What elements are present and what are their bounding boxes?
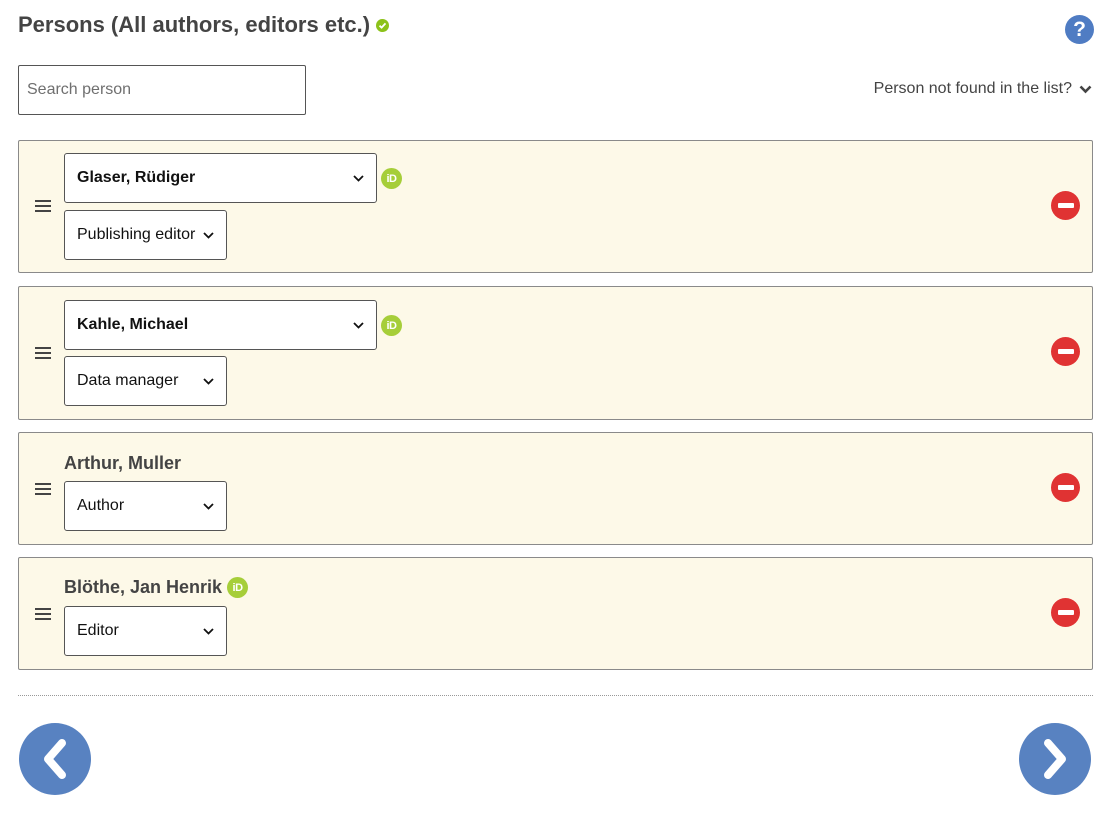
- person-role-value: Editor: [77, 622, 119, 639]
- orcid-icon[interactable]: iD: [381, 315, 402, 336]
- previous-button[interactable]: [19, 723, 91, 795]
- drag-handle-icon[interactable]: [35, 200, 51, 215]
- person-role-value: Author: [77, 497, 125, 514]
- chevron-left-icon: [44, 739, 66, 779]
- remove-person-icon[interactable]: [1051, 337, 1080, 366]
- remove-person-icon[interactable]: [1051, 598, 1080, 627]
- person-name-value: Kahle, Michael: [77, 316, 189, 333]
- person-not-found-label: Person not found in the list?: [873, 80, 1072, 97]
- divider: [18, 695, 1093, 696]
- chevron-down-icon: [1079, 85, 1092, 93]
- person-role-value: Publishing editor: [77, 226, 196, 243]
- question-circle-icon[interactable]: ?: [1065, 15, 1094, 44]
- person-card: Glaser, Rüdiger iD Publishing editor: [18, 140, 1093, 273]
- page-title: Persons (All authors, editors etc.): [18, 12, 371, 37]
- person-name-select[interactable]: Glaser, Rüdiger: [64, 153, 377, 203]
- remove-person-icon[interactable]: [1051, 191, 1080, 220]
- person-card: Kahle, Michael iD Data manager: [18, 286, 1093, 420]
- drag-handle-icon[interactable]: [35, 608, 51, 623]
- header: Persons (All authors, editors etc.): [18, 12, 390, 38]
- drag-handle-icon[interactable]: [35, 483, 51, 498]
- chevron-down-icon: [352, 174, 364, 182]
- person-role-select[interactable]: Publishing editor: [64, 210, 227, 260]
- orcid-icon-label: iD: [232, 581, 244, 594]
- person-card: Blöthe, Jan Henrik iD Editor: [18, 557, 1093, 670]
- chevron-down-icon: [202, 502, 214, 510]
- person-name-value: Glaser, Rüdiger: [77, 169, 196, 186]
- person-role-value: Data manager: [77, 372, 179, 389]
- orcid-icon-label: iD: [386, 172, 398, 185]
- person-name: Blöthe, Jan Henrik iD: [64, 577, 249, 598]
- person-role-select[interactable]: Author: [64, 481, 227, 531]
- person-name: Arthur, Muller: [64, 453, 181, 474]
- chevron-down-icon: [202, 231, 214, 239]
- person-not-found-toggle[interactable]: Person not found in the list?: [874, 80, 1092, 98]
- search-input[interactable]: [18, 65, 306, 115]
- drag-handle-icon[interactable]: [35, 347, 51, 362]
- help-icon-label: ?: [1073, 17, 1086, 41]
- person-name-label: Arthur, Muller: [64, 453, 182, 473]
- person-role-select[interactable]: Data manager: [64, 356, 227, 406]
- orcid-icon[interactable]: iD: [227, 577, 249, 598]
- next-button[interactable]: [1019, 723, 1091, 795]
- person-card: Arthur, Muller Author: [18, 432, 1093, 545]
- person-name-label: Blöthe, Jan Henrik: [64, 577, 223, 597]
- person-role-select[interactable]: Editor: [64, 606, 227, 656]
- orcid-icon[interactable]: iD: [381, 168, 402, 189]
- chevron-down-icon: [202, 377, 214, 385]
- orcid-icon-label: iD: [386, 319, 398, 332]
- chevron-down-icon: [352, 321, 364, 329]
- person-name-select[interactable]: Kahle, Michael: [64, 300, 377, 350]
- chevron-down-icon: [202, 627, 214, 635]
- remove-person-icon[interactable]: [1051, 473, 1080, 502]
- check-circle-icon: [376, 18, 390, 32]
- chevron-right-icon: [1044, 739, 1066, 779]
